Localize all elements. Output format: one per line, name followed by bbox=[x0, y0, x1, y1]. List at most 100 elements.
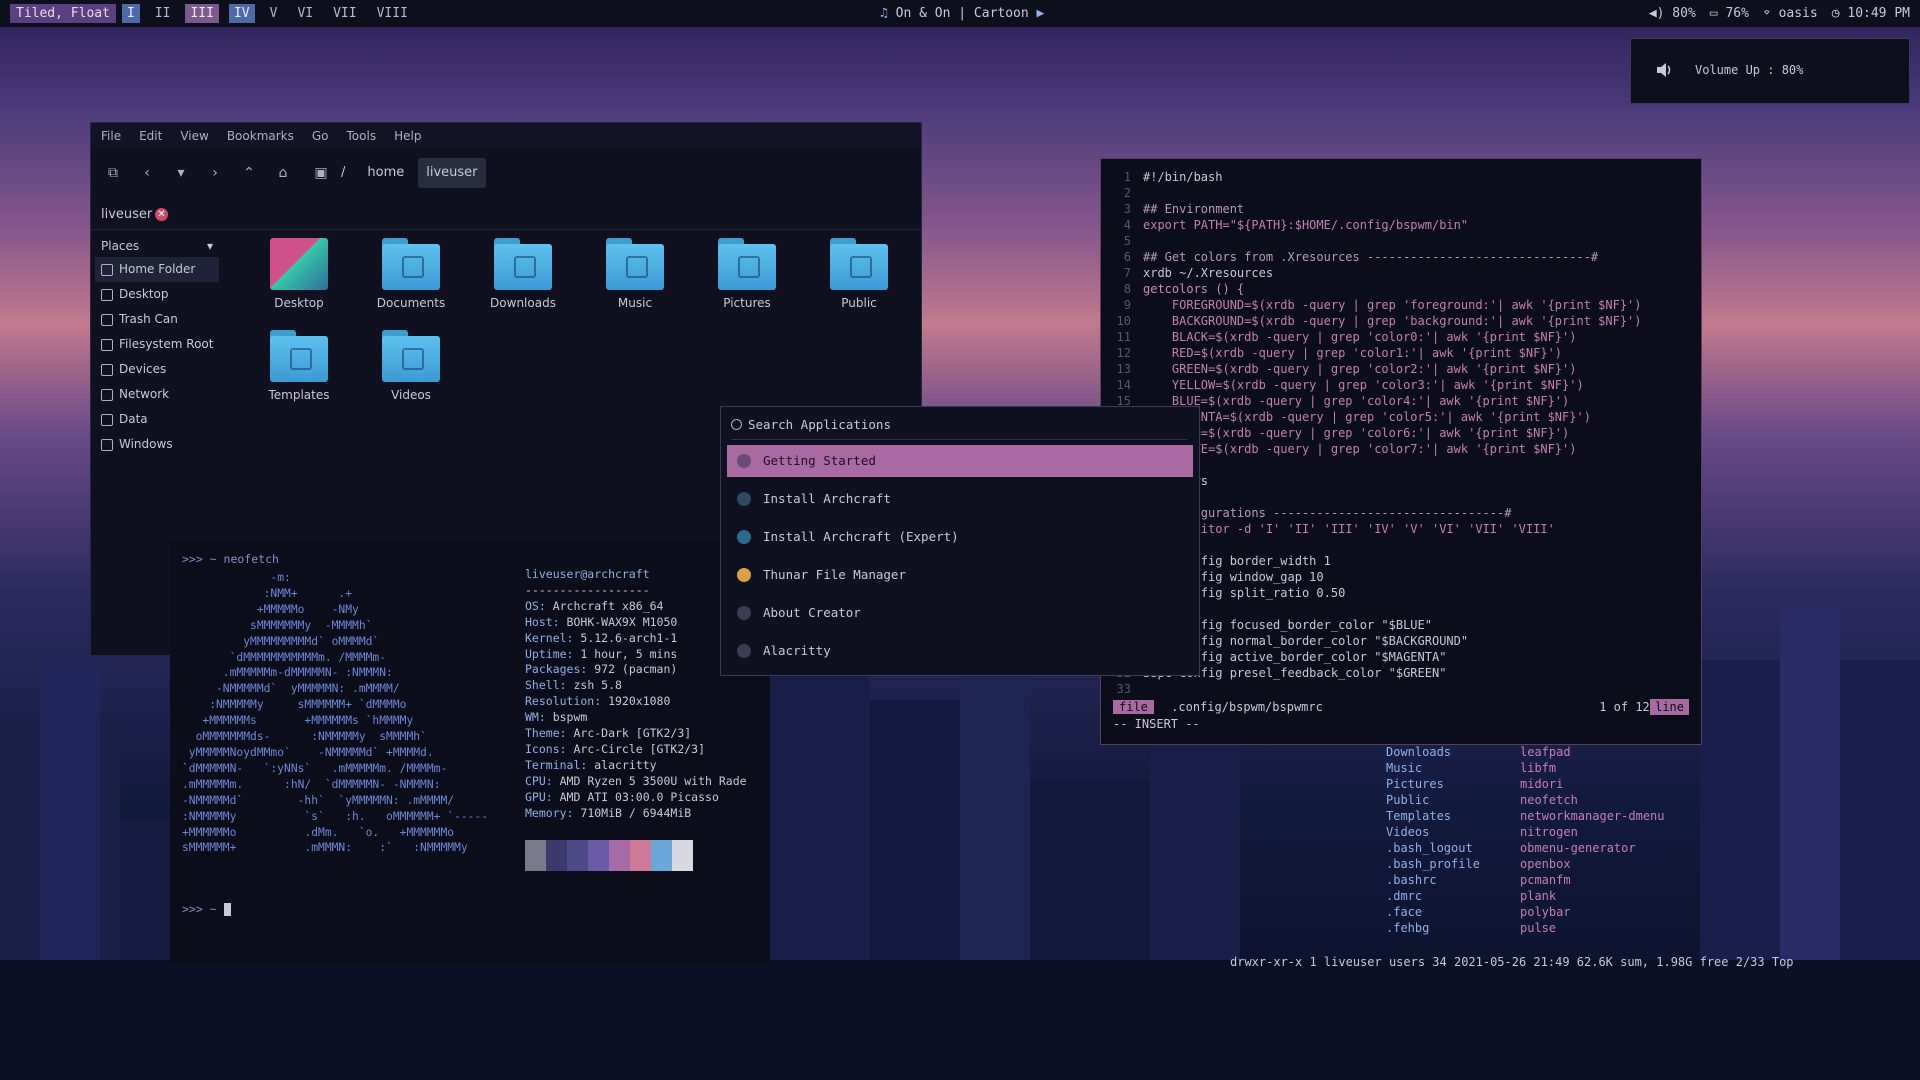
volume-module[interactable]: ◀) 80% bbox=[1649, 4, 1696, 23]
drive-icon[interactable]: ▣ bbox=[307, 159, 335, 187]
file-entry[interactable]: plank bbox=[1520, 888, 1665, 904]
file-entry[interactable]: Videos bbox=[1386, 824, 1480, 840]
places-header[interactable]: Places ▾ bbox=[95, 235, 219, 257]
file-entry[interactable]: Pictures bbox=[1386, 776, 1480, 792]
terminal-window[interactable]: >>> ~ neofetch -m: :NMM+ .+ +MMMMMo -NMy… bbox=[170, 540, 770, 965]
directory-list: Downloads Music Pictures Public Templates Vid… bbox=[1386, 744, 1480, 936]
workspace-8[interactable]: VIII bbox=[372, 4, 413, 23]
file-downloads[interactable]: Downloads bbox=[473, 238, 573, 310]
sidebar-item-windows[interactable]: Windows bbox=[95, 432, 219, 457]
battery-module[interactable]: ▭ 76% bbox=[1710, 4, 1749, 23]
sidebar-item-data[interactable]: Data bbox=[95, 407, 219, 432]
clock-module[interactable]: ◷ 10:49 PM bbox=[1832, 4, 1910, 23]
file-entry[interactable]: pulse bbox=[1520, 920, 1665, 936]
menu-help[interactable]: Help bbox=[394, 129, 421, 143]
wifi-name: oasis bbox=[1778, 6, 1818, 21]
menu-bookmarks[interactable]: Bookmarks bbox=[227, 129, 294, 143]
back-icon[interactable]: ‹ bbox=[133, 159, 161, 187]
search-input[interactable]: Search Applications bbox=[731, 417, 1187, 440]
file-entry[interactable]: leafpad bbox=[1520, 744, 1665, 760]
play-icon[interactable]: ▶ bbox=[1037, 6, 1045, 21]
sidebar-item-network[interactable]: Network bbox=[95, 382, 219, 407]
sidebar-item-desktop[interactable]: Desktop bbox=[95, 282, 219, 307]
menu-tools[interactable]: Tools bbox=[347, 129, 377, 143]
history-dropdown-icon[interactable]: ▾ bbox=[167, 159, 195, 187]
breadcrumb-home[interactable]: home bbox=[359, 158, 412, 188]
line-text: BLACK=$(xrdb -query | grep 'color0:'| aw… bbox=[1143, 330, 1577, 344]
file-entry[interactable]: polybar bbox=[1520, 904, 1665, 920]
sidebar-item-devices[interactable]: Devices bbox=[95, 357, 219, 382]
volume-notification[interactable]: Volume Up : 80% bbox=[1630, 38, 1910, 104]
status-area: ◀) 80% ▭ 76% ⌔ oasis ◷ 10:49 PM bbox=[1649, 4, 1910, 23]
app-getting-started[interactable]: Getting Started bbox=[727, 445, 1193, 477]
menu-go[interactable]: Go bbox=[312, 129, 329, 143]
app-thunar[interactable]: Thunar File Manager bbox=[727, 559, 1193, 591]
tab-liveuser[interactable]: liveuser ✕ bbox=[91, 201, 921, 230]
file-entry[interactable]: networkmanager-dmenu bbox=[1520, 808, 1665, 824]
new-tab-icon[interactable]: ⧉ bbox=[99, 159, 127, 187]
menu-file[interactable]: File bbox=[101, 129, 121, 143]
file-entry[interactable]: libfm bbox=[1520, 760, 1665, 776]
wifi-module[interactable]: ⌔ oasis bbox=[1763, 4, 1818, 23]
thunar-icon bbox=[737, 568, 751, 582]
close-tab-icon[interactable]: ✕ bbox=[155, 208, 168, 221]
app-alacritty[interactable]: Alacritty bbox=[727, 635, 1193, 667]
videos-folder-icon bbox=[382, 330, 440, 382]
workspace-4[interactable]: IV bbox=[228, 4, 255, 23]
file-desktop[interactable]: Desktop bbox=[249, 238, 349, 310]
file-pictures[interactable]: Pictures bbox=[697, 238, 797, 310]
menu-edit[interactable]: Edit bbox=[139, 129, 162, 143]
code-line: 14 YELLOW=$(xrdb -query | grep 'color3:'… bbox=[1109, 377, 1642, 393]
file-entry[interactable]: Public bbox=[1386, 792, 1480, 808]
file-entry[interactable]: .bash_profile bbox=[1386, 856, 1480, 872]
file-entry[interactable]: midori bbox=[1520, 776, 1665, 792]
app-label: About Creator bbox=[763, 605, 861, 620]
workspace-7[interactable]: VII bbox=[328, 4, 361, 23]
terminal-prompt[interactable]: >>> ~ bbox=[182, 902, 231, 916]
file-entry[interactable]: Templates bbox=[1386, 808, 1480, 824]
file-templates[interactable]: Templates bbox=[249, 330, 349, 402]
file-entry[interactable]: pcmanfm bbox=[1520, 872, 1665, 888]
system-info: liveuser@archcraft ------------------ OS… bbox=[525, 567, 747, 822]
workspace-2[interactable]: II bbox=[150, 4, 176, 23]
file-entry[interactable]: .fehbg bbox=[1386, 920, 1480, 936]
app-install-archcraft[interactable]: Install Archcraft bbox=[727, 483, 1193, 515]
sidebar-item-trash[interactable]: Trash Can bbox=[95, 307, 219, 332]
menu-view[interactable]: View bbox=[180, 129, 208, 143]
file-videos[interactable]: Videos bbox=[361, 330, 461, 402]
up-icon[interactable]: ⌃ bbox=[235, 159, 263, 187]
workspace-5[interactable]: V bbox=[265, 4, 283, 23]
file-browser-terminal[interactable]: Downloads Music Pictures Public Templates Vid… bbox=[1230, 740, 1920, 980]
file-documents[interactable]: Documents bbox=[361, 238, 461, 310]
forward-icon[interactable]: › bbox=[201, 159, 229, 187]
sidebar-item-home[interactable]: Home Folder bbox=[95, 257, 219, 282]
file-entry[interactable]: obmenu-generator bbox=[1520, 840, 1665, 856]
file-music[interactable]: Music bbox=[585, 238, 685, 310]
file-entry[interactable]: Downloads bbox=[1386, 744, 1480, 760]
separator: ------------------ bbox=[525, 582, 650, 597]
breadcrumb-liveuser[interactable]: liveuser bbox=[418, 158, 486, 188]
workspace-3[interactable]: III bbox=[185, 4, 219, 23]
file-entry[interactable]: openbox bbox=[1520, 856, 1665, 872]
info-key: Icons: bbox=[525, 741, 567, 756]
breadcrumb-root[interactable]: / bbox=[341, 158, 353, 188]
file-entry[interactable]: .bashrc bbox=[1386, 872, 1480, 888]
layout-indicator[interactable]: Tiled, Float bbox=[10, 4, 116, 23]
file-entry[interactable]: .face bbox=[1386, 904, 1480, 920]
file-entry[interactable]: .bash_logout bbox=[1386, 840, 1480, 856]
file-entry[interactable]: nitrogen bbox=[1520, 824, 1665, 840]
line-number: 4 bbox=[1123, 218, 1131, 232]
workspace-1[interactable]: I bbox=[122, 4, 140, 23]
line-text: ## Environment bbox=[1143, 202, 1245, 216]
file-entry[interactable]: neofetch bbox=[1520, 792, 1665, 808]
file-entry[interactable]: .dmrc bbox=[1386, 888, 1480, 904]
network-icon bbox=[101, 389, 113, 401]
file-entry[interactable]: Music bbox=[1386, 760, 1480, 776]
file-public[interactable]: Public bbox=[809, 238, 909, 310]
sidebar-item-filesystem-root[interactable]: Filesystem Root bbox=[95, 332, 219, 357]
home-icon[interactable]: ⌂ bbox=[269, 159, 297, 187]
app-install-archcraft-expert[interactable]: Install Archcraft (Expert) bbox=[727, 521, 1193, 553]
workspace-6[interactable]: VI bbox=[292, 4, 318, 23]
app-about-creator[interactable]: About Creator bbox=[727, 597, 1193, 629]
media-player[interactable]: ♫ On & On | Cartoon ▶ bbox=[880, 4, 1044, 23]
